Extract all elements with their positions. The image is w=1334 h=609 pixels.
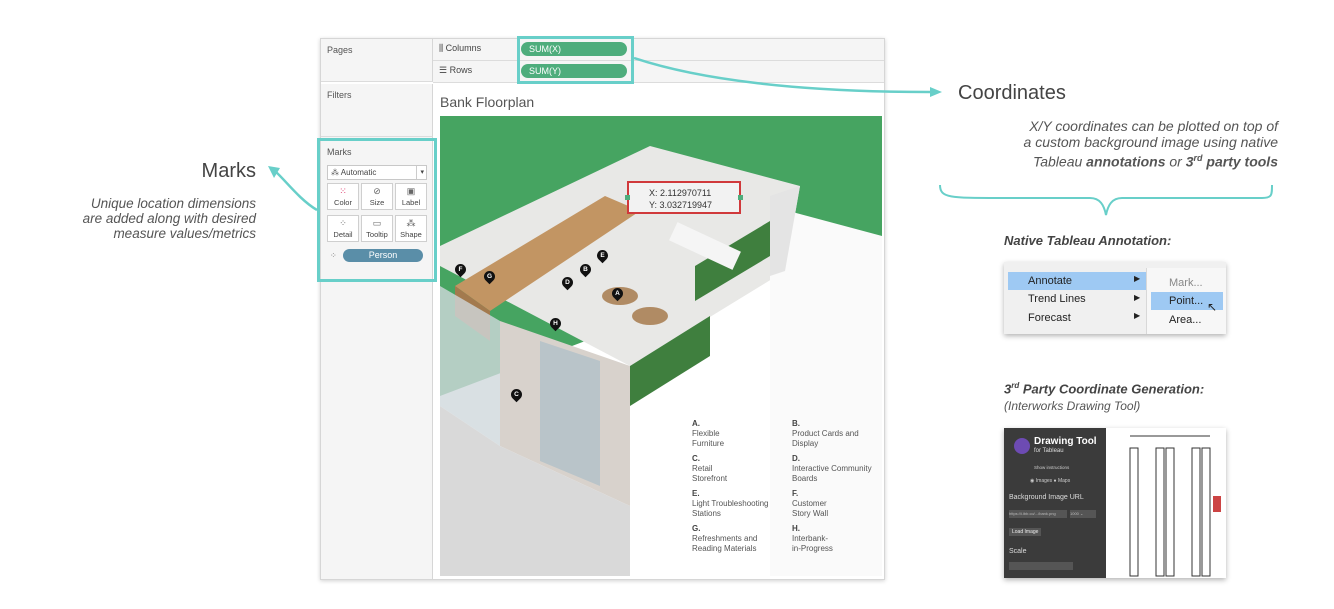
submenu-item-area[interactable]: Area... [1169, 314, 1201, 326]
drawing-tool-sidebar: Drawing Tool for Tableau Show instructio… [1004, 428, 1106, 578]
url-width-input[interactable]: 1000 ⌄ [1070, 510, 1096, 518]
submenu-arrow-icon: ▶ [1134, 274, 1141, 283]
native-annotation-title: Native Tableau Annotation: [1004, 233, 1172, 248]
annotate-submenu: Mark... Point... ↖ Area... [1146, 268, 1226, 334]
mode-radio-group[interactable]: ◉ Images ● Maps [1030, 478, 1070, 484]
drawing-tool-logo-icon [1014, 438, 1030, 454]
scale-label: Scale [1009, 548, 1027, 555]
bg-url-label: Background Image URL [1009, 494, 1084, 501]
menu-item-annotate[interactable]: Annotate [1028, 275, 1072, 287]
drawing-tool-screenshot: Drawing Tool for Tableau Show instructio… [1004, 428, 1226, 578]
marks-callout-title: Marks [201, 160, 256, 182]
third-party-subtitle: (Interworks Drawing Tool) [1004, 399, 1141, 413]
cursor-icon: ↖ [1207, 300, 1218, 314]
drawing-canvas[interactable] [1108, 428, 1226, 578]
scale-inputs[interactable] [1009, 562, 1073, 570]
submenu-item-mark[interactable]: Mark... [1169, 277, 1203, 289]
menu-item-forecast[interactable]: Forecast [1028, 312, 1071, 324]
submenu-item-point[interactable]: Point... [1169, 295, 1203, 307]
bg-url-input[interactable]: https://i.ibb.co/.../bank.png [1009, 510, 1067, 518]
menu-item-trend-lines[interactable]: Trend Lines [1028, 293, 1086, 305]
marks-callout-text: Unique location dimensions are added alon… [82, 196, 256, 241]
coordinates-callout-text: X/Y coordinates can be plotted on top of… [1023, 118, 1278, 170]
load-image-button[interactable]: Load Image [1009, 528, 1042, 536]
submenu-arrow-icon: ▶ [1134, 311, 1141, 320]
show-instructions-link[interactable]: Show instructions [1034, 465, 1069, 470]
drawing-tool-title: Drawing Tool [1034, 436, 1097, 447]
third-party-title: 3rd Party Coordinate Generation: [1004, 381, 1205, 397]
submenu-arrow-icon: ▶ [1134, 293, 1141, 302]
annotate-context-menu: Annotate ▶ Trend Lines ▶ Forecast ▶ Mark… [1004, 262, 1226, 334]
drawing-tool-subtitle: for Tableau [1034, 448, 1064, 454]
coordinates-callout-title: Coordinates [958, 82, 1066, 104]
